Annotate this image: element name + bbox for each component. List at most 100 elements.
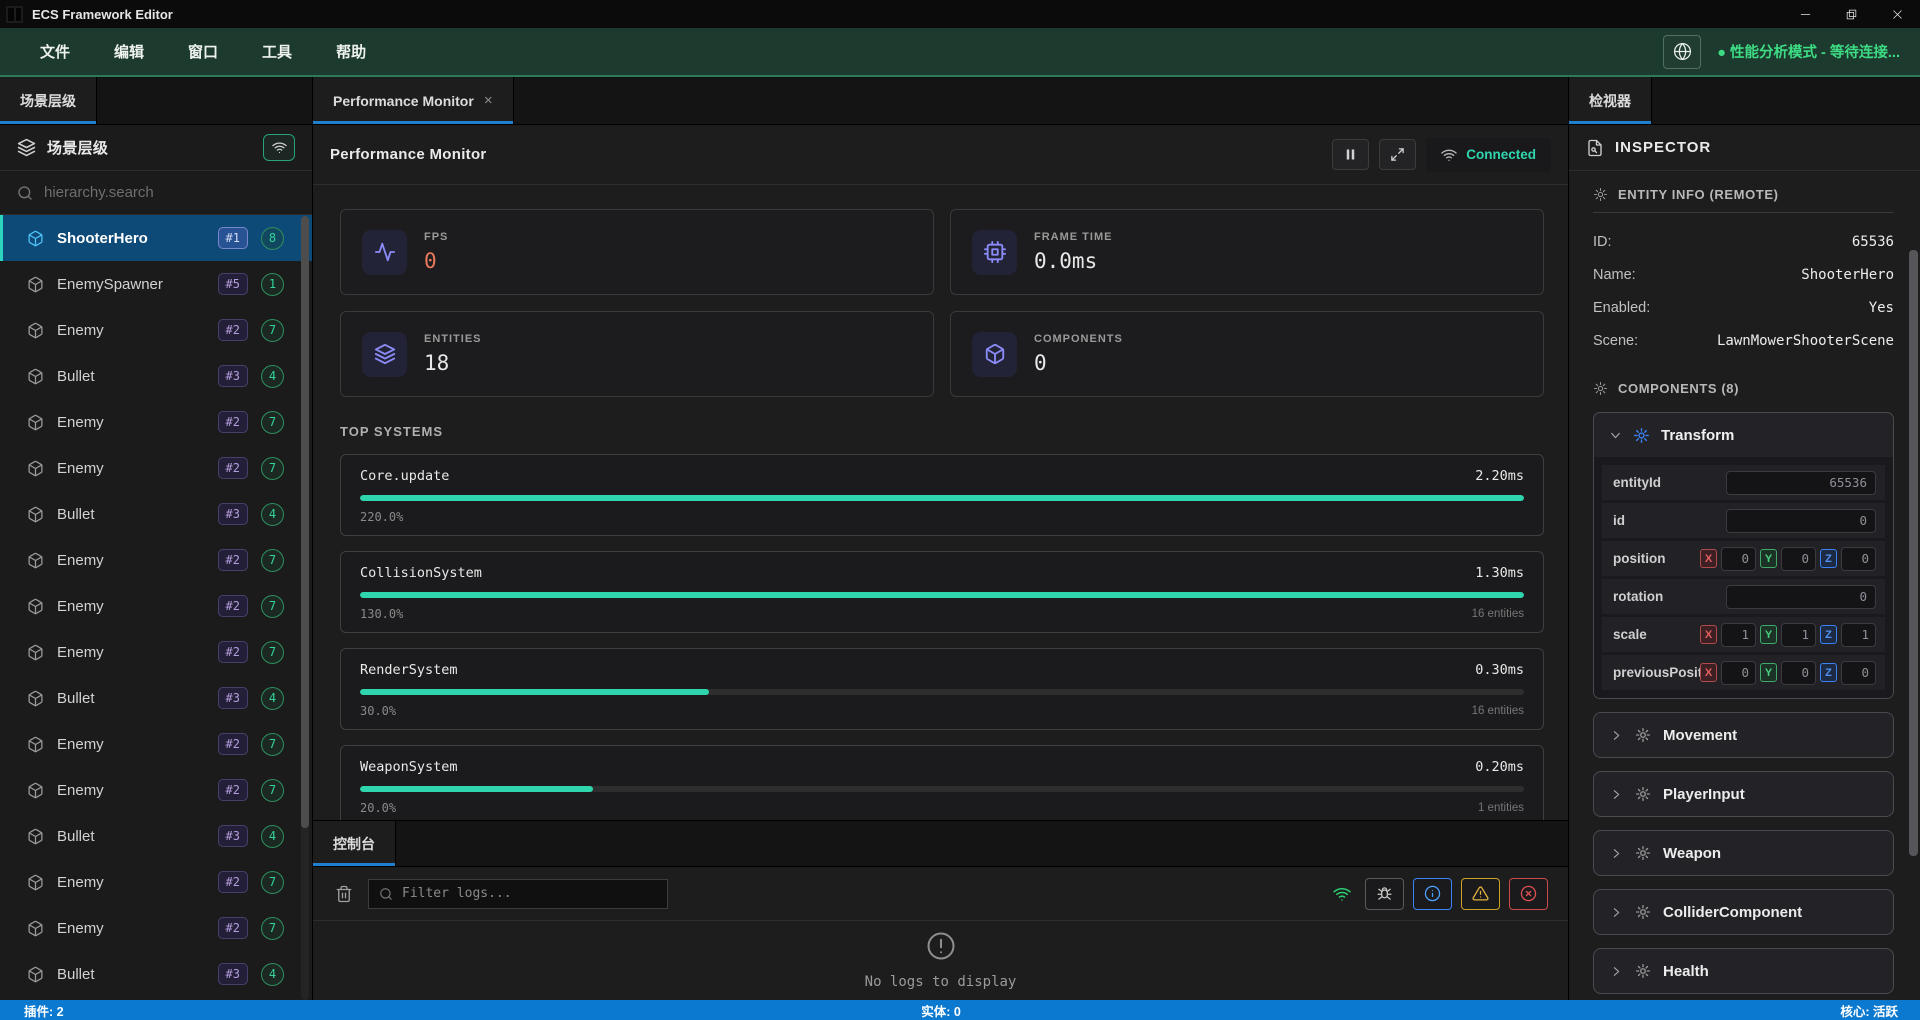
top-systems-title: TOP SYSTEMS: [340, 424, 1544, 439]
axis-z-input[interactable]: 1: [1841, 623, 1876, 647]
entity-name: Bullet: [57, 506, 95, 523]
axis-y-input[interactable]: 0: [1781, 661, 1816, 685]
hierarchy-entity-row[interactable]: Enemy #2 7: [0, 583, 312, 629]
menu-window[interactable]: 窗口: [188, 41, 218, 62]
hierarchy-panel: 场景层级 场景层级 hierarchy.search ShooterHero #…: [0, 77, 313, 1000]
tab-close-icon[interactable]: ×: [484, 92, 493, 109]
scrollbar-thumb[interactable]: [1909, 250, 1918, 856]
hierarchy-entity-row[interactable]: EnemySpawner #5 1: [0, 261, 312, 307]
component-property-row: scale X 1 Y 1 Z 1: [1602, 617, 1885, 652]
globe-icon: [1673, 42, 1692, 61]
entity-index-badge: #2: [218, 917, 248, 939]
entity-count-badge: 4: [261, 365, 284, 388]
hierarchy-sync-button[interactable]: [263, 134, 295, 161]
hierarchy-entity-row[interactable]: Enemy #2 7: [0, 445, 312, 491]
language-globe-button[interactable]: [1663, 35, 1701, 69]
entity-index-badge: #2: [218, 549, 248, 571]
scrollbar-thumb[interactable]: [301, 216, 309, 828]
error-filter-button[interactable]: [1509, 878, 1548, 910]
console-panel: 控制台: [313, 820, 1568, 1000]
axis-y-input[interactable]: 0: [1781, 547, 1816, 571]
hierarchy-entity-row[interactable]: Enemy #2 7: [0, 537, 312, 583]
axis-y-input[interactable]: 1: [1781, 623, 1816, 647]
hierarchy-entity-row[interactable]: Enemy #2 7: [0, 859, 312, 905]
hierarchy-entity-row[interactable]: Bullet #3 4: [0, 951, 312, 997]
axis-x-chip: X: [1700, 625, 1717, 644]
transform-header[interactable]: Transform: [1594, 413, 1893, 457]
bug-icon: [1376, 885, 1393, 902]
inspector-scrollbar[interactable]: [1909, 202, 1918, 1000]
hierarchy-entity-row[interactable]: Bullet #3 4: [0, 813, 312, 859]
menu-help[interactable]: 帮助: [336, 41, 366, 62]
tab-scene-hierarchy[interactable]: 场景层级: [0, 77, 97, 124]
stat-card-frame-time: FRAME TIME 0.0ms: [950, 209, 1544, 295]
system-entity-count: 16 entities: [1472, 608, 1524, 620]
component-card-collapsed[interactable]: PlayerInput: [1593, 771, 1894, 817]
component-card-collapsed[interactable]: ColliderComponent: [1593, 889, 1894, 935]
axis-x-input[interactable]: 0: [1721, 547, 1756, 571]
tab-console[interactable]: 控制台: [313, 821, 396, 866]
axis-x-input[interactable]: 1: [1721, 623, 1756, 647]
hierarchy-entity-row[interactable]: Bullet #3 4: [0, 491, 312, 537]
component-card-collapsed[interactable]: Weapon: [1593, 830, 1894, 876]
connection-status-text: Connected: [1466, 147, 1536, 162]
field-label: Name:: [1593, 267, 1636, 283]
axis-z-input[interactable]: 0: [1841, 547, 1876, 571]
system-time: 2.20ms: [1475, 468, 1524, 484]
clear-logs-button[interactable]: [335, 885, 353, 903]
minimize-button[interactable]: [1782, 0, 1828, 28]
entity-cube-icon: [27, 552, 44, 569]
tab-performance-monitor[interactable]: Performance Monitor ×: [313, 77, 514, 124]
collapsed-components-list: Movement PlayerInput Weapon: [1593, 712, 1894, 994]
entity-name: Enemy: [57, 644, 104, 661]
menu-edit[interactable]: 编辑: [114, 41, 144, 62]
system-name: CollisionSystem: [360, 565, 482, 581]
hierarchy-entity-row[interactable]: Enemy #2 7: [0, 307, 312, 353]
property-value-input[interactable]: 0: [1726, 509, 1876, 533]
pause-button[interactable]: [1332, 139, 1369, 170]
property-value-input[interactable]: 65536: [1726, 471, 1876, 495]
menu-tools[interactable]: 工具: [262, 41, 292, 62]
hierarchy-entity-row[interactable]: Bullet #3 4: [0, 353, 312, 399]
section-title: COMPONENTS (8): [1618, 381, 1739, 396]
info-filter-button[interactable]: [1413, 878, 1452, 910]
property-value-input[interactable]: 0: [1726, 585, 1876, 609]
log-filter-input[interactable]: [402, 886, 657, 901]
restore-button[interactable]: [1828, 0, 1874, 28]
component-card-collapsed[interactable]: Health: [1593, 948, 1894, 994]
axis-x-input[interactable]: 0: [1721, 661, 1756, 685]
hierarchy-entity-row[interactable]: Enemy #2 7: [0, 629, 312, 675]
menu-file[interactable]: 文件: [40, 41, 70, 62]
hierarchy-entity-row[interactable]: Bullet #3 4: [0, 675, 312, 721]
hierarchy-entity-row[interactable]: Enemy #2 7: [0, 905, 312, 951]
tab-label: 检视器: [1589, 91, 1631, 111]
component-property-row: entityId 65536 X Y Z: [1602, 465, 1885, 500]
hierarchy-scrollbar[interactable]: [301, 216, 309, 1000]
expand-button[interactable]: [1379, 139, 1416, 170]
entity-index-badge: #2: [218, 457, 248, 479]
entity-name: Enemy: [57, 782, 104, 799]
cpu-icon: [972, 230, 1017, 275]
console-empty-state: No logs to display: [313, 921, 1568, 1000]
hierarchy-entity-row[interactable]: ShooterHero #1 8: [0, 215, 312, 261]
hierarchy-entity-row[interactable]: Enemy #2 7: [0, 399, 312, 445]
tab-inspector[interactable]: 检视器: [1569, 77, 1652, 124]
error-icon: [1520, 885, 1537, 902]
warning-filter-button[interactable]: [1461, 878, 1500, 910]
hierarchy-search[interactable]: hierarchy.search: [0, 171, 312, 215]
window-controls: [1782, 0, 1920, 28]
debug-filter-button[interactable]: [1365, 878, 1404, 910]
close-button[interactable]: [1874, 0, 1920, 28]
entity-count-badge: 7: [261, 411, 284, 434]
axis-z-chip: Z: [1820, 625, 1837, 644]
hierarchy-entity-row[interactable]: Enemy #2 7: [0, 721, 312, 767]
hierarchy-entity-row[interactable]: Enemy #2 7: [0, 767, 312, 813]
axis-z-input[interactable]: 0: [1841, 661, 1876, 685]
component-property-row: rotation 0 X Y Z: [1602, 579, 1885, 614]
system-progress-track: [360, 495, 1524, 501]
entity-cube-icon: [27, 966, 44, 983]
entity-field-row: ID: 65536: [1593, 225, 1894, 258]
transform-properties: entityId 65536 X Y Z: [1594, 457, 1893, 698]
chevron-down-icon: [1609, 429, 1622, 442]
component-card-collapsed[interactable]: Movement: [1593, 712, 1894, 758]
